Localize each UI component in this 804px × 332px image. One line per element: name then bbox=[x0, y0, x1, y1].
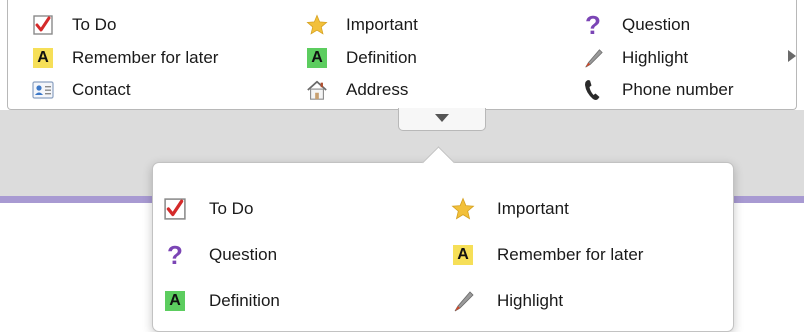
dropdown-item-important[interactable]: Important bbox=[451, 193, 569, 225]
highlighter-pen-icon bbox=[451, 289, 475, 313]
gallery-item-important[interactable]: Important bbox=[306, 10, 418, 40]
gallery-item-highlight[interactable]: Highlight bbox=[582, 43, 688, 73]
gallery-item-phone-number[interactable]: Phone number bbox=[582, 75, 734, 105]
gallery-item-label: Remember for later bbox=[72, 48, 219, 67]
dropdown-item-remember-for-later[interactable]: A Remember for later bbox=[451, 239, 643, 271]
dropdown-item-to-do[interactable]: To Do bbox=[163, 193, 253, 225]
tags-dropdown: To Do Important ? Question A Remember fo… bbox=[152, 146, 734, 332]
gallery-item-question[interactable]: ? Question bbox=[582, 10, 690, 40]
gallery-item-label: Phone number bbox=[622, 80, 734, 99]
star-icon bbox=[306, 14, 328, 36]
letter-a-yellow-icon: A bbox=[451, 243, 475, 267]
tags-gallery: To Do A Remember for later Contact Impor… bbox=[7, 0, 797, 110]
gallery-item-definition[interactable]: A Definition bbox=[306, 43, 417, 73]
dropdown-item-label: To Do bbox=[209, 199, 254, 218]
gallery-item-label: Important bbox=[346, 15, 418, 34]
question-mark-icon: ? bbox=[167, 240, 183, 270]
dropdown-item-label: Important bbox=[497, 199, 569, 218]
gallery-more-button[interactable] bbox=[785, 49, 799, 68]
gallery-item-contact[interactable]: Contact bbox=[32, 75, 131, 105]
gallery-item-label: Address bbox=[346, 80, 409, 99]
checkbox-checked-icon bbox=[163, 197, 187, 221]
triangle-down-icon bbox=[434, 110, 450, 128]
triangle-right-icon bbox=[787, 49, 797, 68]
question-mark-icon: ? bbox=[585, 10, 601, 40]
gallery-item-address[interactable]: Address bbox=[306, 75, 408, 105]
dropdown-item-definition[interactable]: A Definition bbox=[163, 285, 280, 317]
letter-a-green-icon: A bbox=[163, 289, 187, 313]
gallery-item-label: Contact bbox=[72, 80, 131, 99]
dropdown-item-highlight[interactable]: Highlight bbox=[451, 285, 563, 317]
gallery-item-label: Highlight bbox=[622, 48, 689, 67]
dropdown-item-question[interactable]: ? Question bbox=[163, 239, 277, 271]
checkbox-checked-icon bbox=[32, 14, 54, 36]
letter-a-green-icon: A bbox=[306, 47, 328, 69]
gallery-item-label: Definition bbox=[346, 48, 417, 67]
phone-icon bbox=[582, 79, 604, 101]
expand-gallery-button[interactable] bbox=[398, 108, 486, 131]
star-icon bbox=[451, 197, 475, 221]
house-icon bbox=[306, 79, 328, 101]
gallery-item-label: To Do bbox=[72, 15, 117, 34]
dropdown-item-label: Remember for later bbox=[497, 245, 644, 264]
gallery-item-to-do[interactable]: To Do bbox=[32, 10, 116, 40]
contact-card-icon bbox=[32, 79, 54, 101]
letter-a-yellow-icon: A bbox=[32, 47, 54, 69]
gallery-item-label: Question bbox=[622, 15, 691, 34]
gallery-item-remember-for-later[interactable]: A Remember for later bbox=[32, 43, 218, 73]
dropdown-item-label: Definition bbox=[209, 291, 280, 310]
dropdown-item-label: Question bbox=[209, 245, 278, 264]
highlighter-pen-icon bbox=[582, 47, 604, 69]
dropdown-item-label: Highlight bbox=[497, 291, 564, 310]
